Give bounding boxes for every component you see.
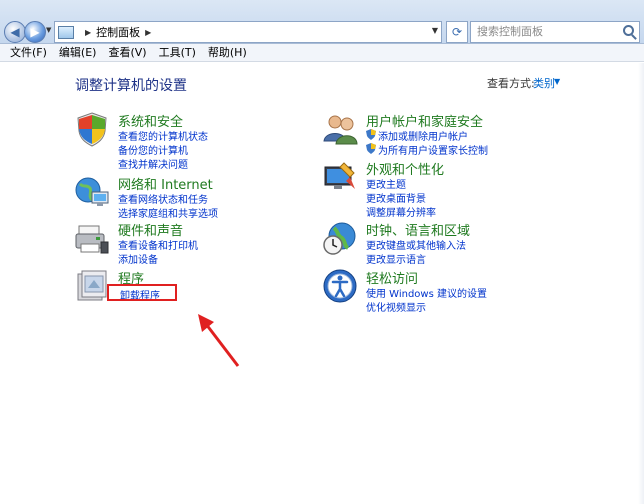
refresh-icon: ⟳ xyxy=(451,25,463,39)
link-check-status[interactable]: 查看您的计算机状态 xyxy=(118,128,208,143)
back-arrow-icon: ◀ xyxy=(10,25,20,39)
category-hardware-sound: 硬件和声音 查看设备和打印机 添加设备 xyxy=(74,220,294,266)
clock-globe-icon xyxy=(323,222,356,255)
link-screen-resolution[interactable]: 调整屏幕分辨率 xyxy=(366,204,436,219)
search-icon[interactable] xyxy=(623,25,634,36)
link-backup[interactable]: 备份您的计算机 xyxy=(118,142,188,157)
link-parental-controls[interactable]: 为所有用户设置家长控制 xyxy=(366,142,488,157)
menu-help[interactable]: 帮助(H) xyxy=(202,44,253,62)
view-by-label: 查看方式: xyxy=(487,77,535,90)
link-input-methods[interactable]: 更改键盘或其他输入法 xyxy=(366,237,466,252)
accessibility-icon xyxy=(323,269,357,303)
menu-edit[interactable]: 编辑(E) xyxy=(53,44,103,62)
link-devices-printers[interactable]: 查看设备和打印机 xyxy=(118,237,198,252)
programs-icon xyxy=(77,270,107,301)
history-dropdown-icon[interactable]: ▼ xyxy=(46,26,51,34)
view-by-dropdown[interactable]: 类别 xyxy=(533,75,555,91)
category-clock-language-region: 时钟、语言和区域 更改键盘或其他输入法 更改显示语言 xyxy=(322,220,582,266)
menu-tools[interactable]: 工具(T) xyxy=(153,44,202,62)
printer-icon xyxy=(75,225,109,254)
category-ease-of-access: 轻松访问 使用 Windows 建议的设置 优化视频显示 xyxy=(322,268,582,314)
category-network-internet: 网络和 Internet 查看网络状态和任务 选择家庭组和共享选项 xyxy=(74,174,294,220)
annotation-highlight-box xyxy=(107,284,177,301)
breadcrumb-separator-icon[interactable]: ▶ xyxy=(145,28,151,37)
link-label: 为所有用户设置家长控制 xyxy=(378,146,488,157)
link-change-theme[interactable]: 更改主题 xyxy=(366,176,406,191)
forward-arrow-icon: ▶ xyxy=(30,25,40,39)
search-placeholder: 搜索控制面板 xyxy=(477,25,543,38)
link-desktop-background[interactable]: 更改桌面背景 xyxy=(366,190,426,205)
category-user-accounts: 用户帐户和家庭安全 添加或删除用户帐户 为所有用户设置家长控制 xyxy=(322,111,582,157)
shield-icon xyxy=(77,112,107,147)
menu-bar: 文件(F) 编辑(E) 查看(V) 工具(T) 帮助(H) xyxy=(0,44,644,62)
control-panel-icon xyxy=(58,25,74,39)
link-add-remove-accounts[interactable]: 添加或删除用户帐户 xyxy=(366,128,468,143)
uac-shield-icon xyxy=(366,143,376,154)
link-display-language[interactable]: 更改显示语言 xyxy=(366,251,426,266)
back-button[interactable]: ◀ xyxy=(4,21,26,43)
link-recommended-settings[interactable]: 使用 Windows 建议的设置 xyxy=(366,285,487,300)
network-icon xyxy=(75,177,109,206)
breadcrumb-control-panel[interactable]: 控制面板 xyxy=(96,24,140,40)
link-optimize-display[interactable]: 优化视频显示 xyxy=(366,299,426,314)
link-troubleshoot[interactable]: 查找并解决问题 xyxy=(118,156,188,171)
appearance-icon xyxy=(324,162,355,189)
link-add-device[interactable]: 添加设备 xyxy=(118,251,158,266)
annotation-arrow-icon xyxy=(198,314,240,367)
users-icon xyxy=(323,115,358,145)
address-field[interactable]: ▶ 控制面板 ▶ ▼ xyxy=(54,21,442,43)
menu-view[interactable]: 查看(V) xyxy=(102,44,152,62)
category-system-security: 系统和安全 查看您的计算机状态 备份您的计算机 查找并解决问题 xyxy=(74,111,294,171)
view-by-caret-icon[interactable]: ▼ xyxy=(554,77,560,86)
category-appearance: 外观和个性化 更改主题 更改桌面背景 调整屏幕分辨率 xyxy=(322,159,582,219)
window-edge xyxy=(638,63,644,504)
address-bar-area: ◀ ▶ ▼ ▶ 控制面板 ▶ ▼ ⟳ 搜索控制面板 xyxy=(0,0,644,44)
search-input[interactable]: 搜索控制面板 xyxy=(470,21,640,43)
address-dropdown-icon[interactable]: ▼ xyxy=(432,26,438,35)
menu-file[interactable]: 文件(F) xyxy=(4,44,53,62)
forward-button[interactable]: ▶ xyxy=(24,21,46,43)
link-network-status[interactable]: 查看网络状态和任务 xyxy=(118,191,208,206)
page-title: 调整计算机的设置 xyxy=(75,78,187,94)
refresh-button[interactable]: ⟳ xyxy=(446,21,468,43)
breadcrumb-separator-icon[interactable]: ▶ xyxy=(85,28,91,37)
uac-shield-icon xyxy=(366,129,376,140)
control-panel-content: 调整计算机的设置 查看方式: 类别 ▼ 系统和安全 查看您的计算机状态 备份您的… xyxy=(0,63,644,504)
link-homegroup[interactable]: 选择家庭组和共享选项 xyxy=(118,205,218,220)
